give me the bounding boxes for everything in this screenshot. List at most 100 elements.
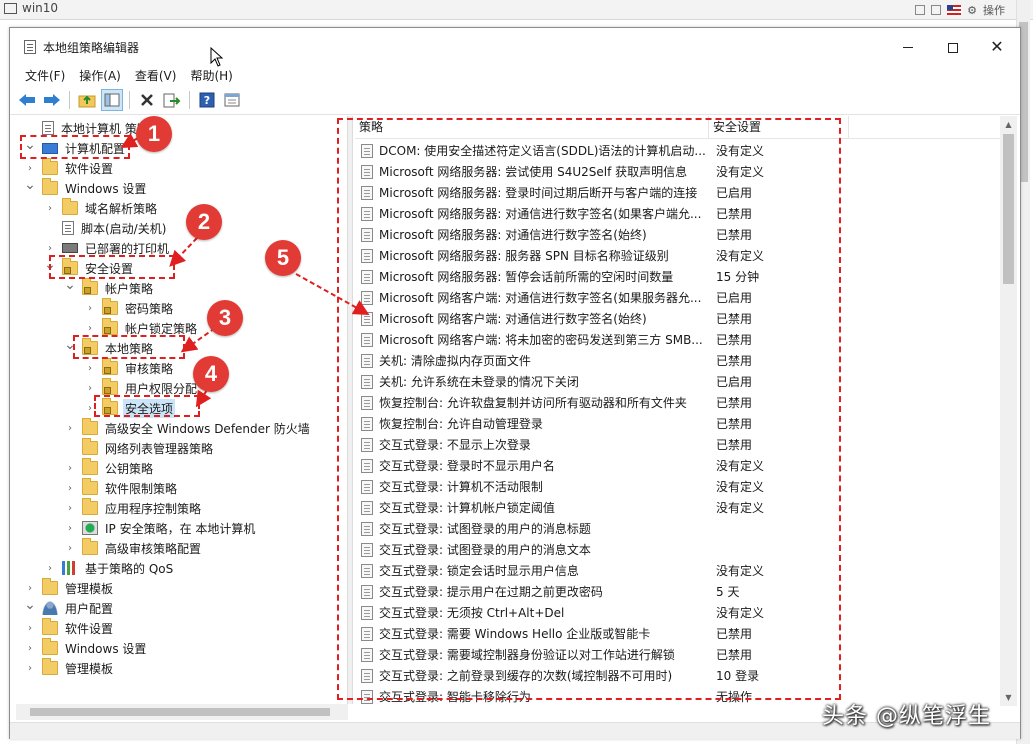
host-menu-label[interactable]: 操作: [983, 2, 1005, 18]
chevron-right-icon[interactable]: ›: [64, 502, 76, 514]
tree-item-label: 应用程序控制策略: [105, 501, 202, 516]
tree-item[interactable]: › IP 安全策略，在 本地计算机: [64, 518, 257, 538]
chevron-right-icon[interactable]: ›: [64, 542, 76, 554]
chevron-down-icon[interactable]: ⌄: [24, 177, 36, 193]
host-restore-icon[interactable]: [931, 5, 942, 15]
menu-file[interactable]: 文件(F): [18, 66, 72, 86]
scroll-down-icon[interactable]: ▼: [1000, 689, 1017, 706]
highlight-policy-list: [337, 118, 841, 700]
scroll-up-icon[interactable]: ▲: [1000, 116, 1017, 133]
chevron-right-icon[interactable]: ›: [44, 242, 56, 254]
chevron-right-icon[interactable]: ›: [84, 362, 96, 374]
tree-item[interactable]: › 高级审核策略配置: [64, 538, 203, 558]
tree-item[interactable]: › 应用程序控制策略: [64, 498, 203, 518]
annotation-badge-4: 4: [193, 356, 229, 392]
annotation-badge-5: 5: [265, 240, 301, 276]
tree-item[interactable]: › Windows 设置: [24, 638, 148, 658]
delete-icon[interactable]: [136, 89, 158, 111]
host-minimize-icon[interactable]: [915, 5, 926, 15]
chevron-right-icon[interactable]: ›: [24, 642, 36, 654]
tree-item-label: IP 安全策略，在 本地计算机: [105, 521, 256, 536]
back-arrow-icon[interactable]: [16, 89, 38, 111]
list-vertical-scrollbar[interactable]: ▲ ▼: [1000, 116, 1017, 706]
close-button[interactable]: ✕: [975, 34, 1019, 60]
tree-item-label: 脚本(启动/关机): [81, 221, 167, 236]
language-flag-icon[interactable]: [947, 5, 962, 15]
chevron-right-icon[interactable]: ›: [24, 582, 36, 594]
tree-scroll-thumb[interactable]: [30, 708, 330, 716]
tree-item-label: Windows 设置: [65, 641, 147, 656]
svg-text:?: ?: [204, 94, 210, 107]
folder-icon: [62, 198, 78, 215]
menu-help[interactable]: 帮助(H): [183, 66, 239, 86]
qos-chart-icon: [62, 561, 78, 575]
chevron-right-icon[interactable]: ›: [84, 302, 96, 314]
folder-icon: [82, 418, 98, 435]
minimize-icon: [903, 47, 913, 48]
folder-icon: [82, 538, 98, 555]
folder-icon: [42, 158, 58, 175]
title-bar[interactable]: 本地组策略编辑器 ✕: [10, 28, 1020, 64]
folder-icon: [82, 498, 98, 515]
menu-bar: 文件(F) 操作(A) 查看(V) 帮助(H): [18, 66, 240, 86]
security-folder-icon: [102, 378, 118, 395]
toolbar-separator: [69, 91, 70, 109]
printer-icon: [62, 243, 78, 253]
chevron-right-icon[interactable]: ›: [24, 662, 36, 674]
chevron-right-icon[interactable]: ›: [64, 482, 76, 494]
chevron-right-icon[interactable]: ›: [84, 322, 96, 334]
forward-arrow-icon[interactable]: [41, 89, 63, 111]
menu-view[interactable]: 查看(V): [128, 66, 184, 86]
tree-item[interactable]: › 域名解析策略: [44, 198, 159, 218]
chevron-right-icon[interactable]: ›: [64, 522, 76, 534]
tree-item[interactable]: ⌄ Windows 设置: [24, 177, 148, 198]
document-icon: [62, 221, 74, 235]
tree-item-label: 软件设置: [65, 621, 114, 636]
menu-action[interactable]: 操作(A): [72, 66, 128, 86]
show-hide-tree-icon[interactable]: [101, 89, 123, 111]
tree-item[interactable]: › 高级安全 Windows Defender 防火墙: [64, 418, 312, 438]
tree-horizontal-scrollbar[interactable]: [16, 704, 348, 720]
chevron-right-icon[interactable]: ›: [64, 462, 76, 474]
folder-icon: [42, 578, 58, 595]
maximize-icon: [948, 42, 958, 53]
tree-item[interactable]: 网络列表管理器策略: [64, 438, 215, 458]
ip-security-icon: [82, 521, 98, 535]
tree-item[interactable]: › 管理模板: [24, 578, 115, 598]
tree-item[interactable]: ⌄ 用户配置: [24, 597, 115, 618]
export-icon[interactable]: [161, 89, 183, 111]
up-folder-icon[interactable]: [76, 89, 98, 111]
minimize-button[interactable]: [886, 34, 930, 60]
properties-icon[interactable]: [221, 89, 243, 111]
tree-item[interactable]: › 审核策略: [84, 358, 175, 378]
chevron-down-icon[interactable]: ⌄: [24, 597, 36, 613]
tree-item[interactable]: › 软件限制策略: [64, 478, 179, 498]
host-title: win10: [22, 1, 59, 15]
tree-item[interactable]: 脚本(启动/关机): [44, 218, 168, 238]
tree-item-label: 软件限制策略: [105, 481, 178, 496]
tree-item-label: 高级审核策略配置: [105, 541, 202, 556]
chevron-down-icon[interactable]: ⌄: [64, 277, 76, 293]
chevron-right-icon[interactable]: ›: [44, 562, 56, 574]
help-icon[interactable]: ?: [196, 89, 218, 111]
tree-item[interactable]: › 密码策略: [84, 298, 175, 318]
folder-icon: [42, 658, 58, 675]
tree-item[interactable]: › 公钥策略: [64, 458, 155, 478]
tree-item-label: 域名解析策略: [85, 201, 158, 216]
chevron-right-icon[interactable]: ›: [24, 622, 36, 634]
chevron-right-icon[interactable]: ›: [44, 202, 56, 214]
gear-icon[interactable]: ⚙: [967, 4, 977, 17]
list-scroll-thumb[interactable]: [1003, 134, 1014, 284]
tree-item[interactable]: › 基于策略的 QoS: [44, 558, 175, 578]
maximize-button[interactable]: [931, 34, 975, 60]
chevron-right-icon[interactable]: ›: [24, 162, 36, 174]
chevron-right-icon[interactable]: ›: [64, 422, 76, 434]
tree-item[interactable]: › 软件设置: [24, 618, 115, 638]
tree-item[interactable]: › 管理模板: [24, 658, 115, 678]
chevron-right-icon[interactable]: ›: [84, 382, 96, 394]
tree-item[interactable]: ⌄ 帐户策略: [64, 277, 155, 298]
highlight-security-options: [94, 395, 200, 417]
tree-item[interactable]: › 软件设置: [24, 158, 115, 178]
